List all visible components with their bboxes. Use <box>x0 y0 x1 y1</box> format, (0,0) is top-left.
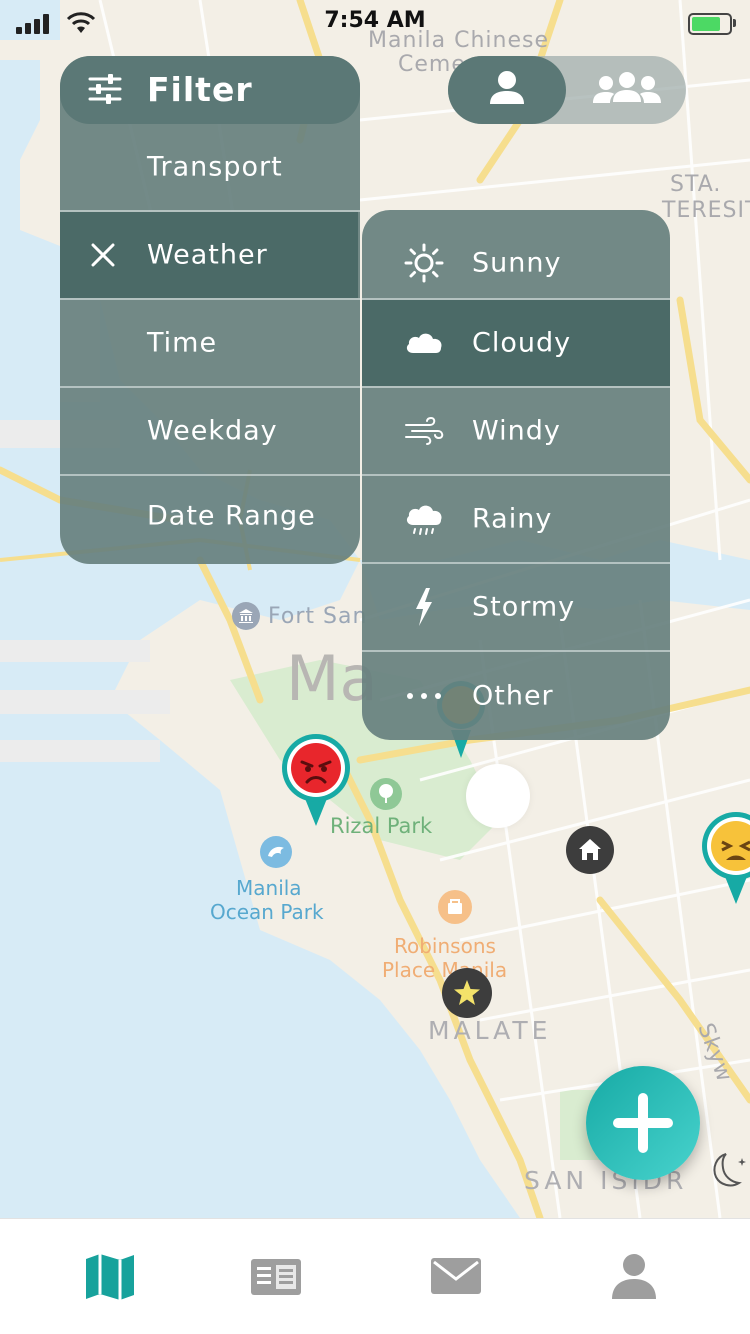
newspaper-icon <box>251 1259 301 1295</box>
rain-icon <box>406 505 442 535</box>
filter-item-weather[interactable]: Weather <box>60 212 358 298</box>
filter-menu: Filter Transport Weather Time Weekday Da… <box>60 56 360 564</box>
filter-item-date-range[interactable]: Date Range <box>60 476 358 556</box>
night-mode-icon[interactable] <box>704 1148 750 1194</box>
map-label-ocean-park: Manila <box>236 876 302 900</box>
map-label-sta-teresita: STA. <box>670 172 722 197</box>
add-button[interactable] <box>586 1066 700 1180</box>
tab-feed[interactable] <box>248 1249 304 1305</box>
filter-item-label: Time <box>147 327 218 359</box>
museum-icon <box>232 602 260 630</box>
star-pin-icon[interactable] <box>442 968 492 1018</box>
group-icon <box>593 72 661 103</box>
cloud-icon <box>406 333 442 353</box>
weather-option-label: Cloudy <box>472 327 572 359</box>
filter-item-label: Weekday <box>147 415 278 447</box>
tired-mood-pin[interactable] <box>700 810 750 906</box>
status-time: 7:54 AM <box>324 8 426 33</box>
weather-option-windy[interactable]: Windy <box>362 388 670 474</box>
filter-header[interactable]: Filter <box>60 56 360 124</box>
weather-option-label: Stormy <box>472 591 576 623</box>
mail-icon <box>431 1258 481 1294</box>
map-label-malate: MALATE <box>428 1016 552 1045</box>
battery-tip <box>733 19 736 27</box>
filter-item-label: Transport <box>147 151 283 183</box>
more-dots-icon <box>407 693 441 699</box>
map-icon <box>86 1254 134 1300</box>
battery-icon <box>688 13 732 35</box>
weather-option-sunny[interactable]: Sunny <box>362 220 670 306</box>
sun-icon <box>404 243 444 283</box>
toggle-personal[interactable] <box>448 56 566 124</box>
close-icon[interactable] <box>90 242 116 268</box>
filter-item-label: Weather <box>147 239 268 271</box>
weather-option-stormy[interactable]: Stormy <box>362 564 670 650</box>
dolphin-icon <box>260 836 292 868</box>
weather-option-label: Windy <box>472 415 561 447</box>
angry-mood-pin[interactable] <box>280 732 352 828</box>
tab-bar <box>0 1218 750 1334</box>
filter-item-time[interactable]: Time <box>60 300 358 386</box>
filter-title: Filter <box>147 70 253 109</box>
view-toggle <box>448 56 686 124</box>
tab-profile[interactable] <box>606 1249 662 1305</box>
tab-map[interactable] <box>82 1249 138 1305</box>
person-icon <box>490 71 524 104</box>
weather-submenu: Sunny Cloudy Windy Rainy Stormy Other <box>362 210 670 740</box>
toggle-group[interactable] <box>568 56 686 124</box>
filter-item-weekday[interactable]: Weekday <box>60 388 358 474</box>
weather-option-label: Rainy <box>472 503 553 535</box>
location-dot <box>466 764 530 828</box>
map-label-sta-teresita-2: TERESIT <box>662 198 750 223</box>
weather-option-label: Other <box>472 680 554 712</box>
map-label-robinsons: Robinsons <box>394 934 496 958</box>
shopping-icon <box>438 890 472 924</box>
weather-option-rainy[interactable]: Rainy <box>362 476 670 562</box>
lightning-icon <box>416 588 432 626</box>
plus-icon <box>613 1093 673 1153</box>
weather-option-label: Sunny <box>472 247 562 279</box>
person-icon <box>612 1254 656 1299</box>
filter-item-transport[interactable]: Transport <box>60 124 358 210</box>
filter-item-label: Date Range <box>147 500 316 532</box>
wind-icon <box>405 416 444 445</box>
home-pin-icon[interactable] <box>566 826 614 874</box>
status-bar: 7:54 AM <box>0 0 750 44</box>
weather-option-cloudy[interactable]: Cloudy <box>362 300 670 386</box>
map-label-ocean-park-2: Ocean Park <box>210 900 324 924</box>
map-label-fort-santiago: Fort San <box>268 604 368 629</box>
tab-messages[interactable] <box>428 1249 484 1305</box>
weather-option-other[interactable]: Other <box>362 652 670 740</box>
tree-icon <box>370 778 402 810</box>
sliders-icon <box>88 74 122 104</box>
